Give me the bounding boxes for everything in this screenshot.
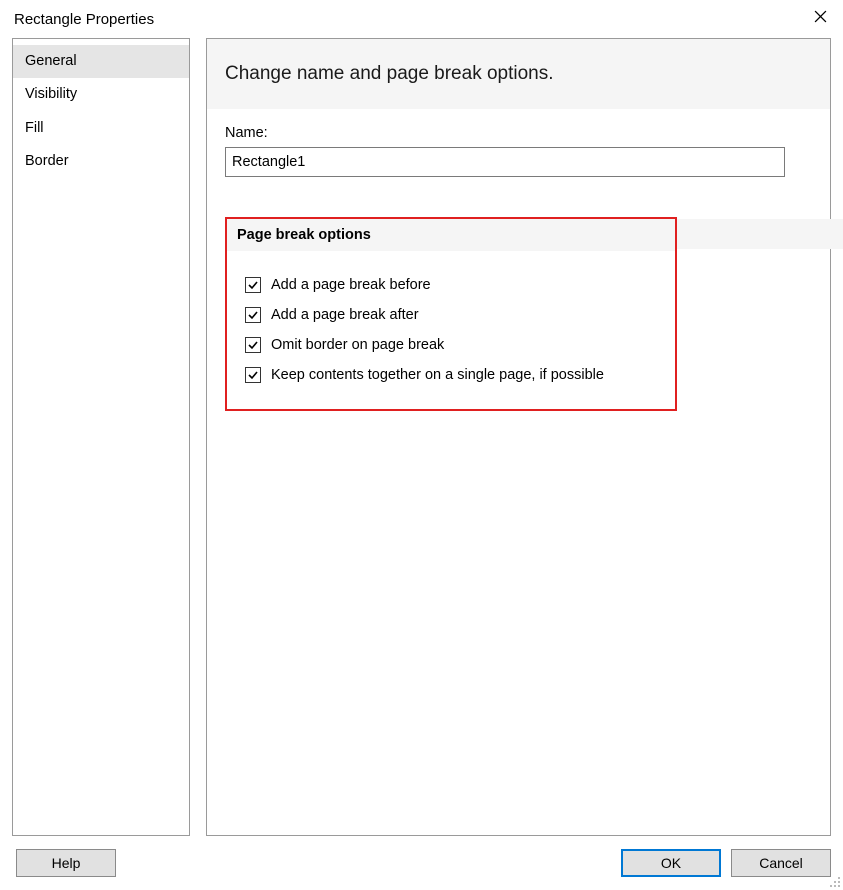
sidebar-item-general[interactable]: General (13, 45, 189, 78)
checkbox-box (245, 337, 261, 353)
dialog-body: General Visibility Fill Border Change na… (0, 38, 843, 836)
checkbox-add-break-before[interactable]: Add a page break before (245, 277, 657, 293)
checkbox-keep-together[interactable]: Keep contents together on a single page,… (245, 367, 657, 383)
checkbox-label: Add a page break before (271, 277, 431, 293)
panel-content: Name: Page break options (207, 109, 830, 427)
page-break-options-group: Page break options Add a page break befo… (225, 217, 812, 411)
sidebar-item-label: General (25, 53, 77, 69)
resize-grip-icon (827, 874, 841, 888)
sidebar-item-border[interactable]: Border (13, 145, 189, 178)
cancel-button[interactable]: Cancel (731, 849, 831, 877)
resize-grip[interactable] (827, 874, 841, 888)
rectangle-properties-dialog: Rectangle Properties General Visibility … (0, 0, 843, 890)
page-break-options-heading: Page break options (227, 219, 675, 251)
close-button[interactable] (797, 0, 843, 32)
checkbox-label: Add a page break after (271, 307, 419, 323)
checkbox-add-break-after[interactable]: Add a page break after (245, 307, 657, 323)
checkbox-box (245, 307, 261, 323)
ok-button[interactable]: OK (621, 849, 721, 877)
checkbox-label: Omit border on page break (271, 337, 444, 353)
checkbox-box (245, 277, 261, 293)
sidebar-item-fill[interactable]: Fill (13, 112, 189, 145)
checkbox-omit-border[interactable]: Omit border on page break (245, 337, 657, 353)
titlebar: Rectangle Properties (0, 0, 843, 38)
checkbox-box (245, 367, 261, 383)
sidebar-item-label: Border (25, 153, 69, 169)
help-button[interactable]: Help (16, 849, 116, 877)
panel-heading: Change name and page break options. (207, 39, 830, 109)
checkmark-icon (247, 369, 259, 381)
name-input[interactable] (225, 147, 785, 177)
checkmark-icon (247, 339, 259, 351)
checkmark-icon (247, 279, 259, 291)
main-panel: Change name and page break options. Name… (206, 38, 831, 836)
sidebar-item-visibility[interactable]: Visibility (13, 78, 189, 111)
name-label: Name: (225, 125, 812, 141)
sidebar: General Visibility Fill Border (12, 38, 190, 836)
highlight-box: Page break options Add a page break befo… (225, 217, 677, 411)
checkbox-list: Add a page break before Add a page break… (227, 251, 675, 383)
dialog-footer: Help OK Cancel (0, 836, 843, 890)
dialog-title: Rectangle Properties (14, 11, 154, 28)
checkmark-icon (247, 309, 259, 321)
sidebar-item-label: Fill (25, 120, 44, 136)
sidebar-item-label: Visibility (25, 86, 77, 102)
close-icon (814, 10, 827, 23)
checkbox-label: Keep contents together on a single page,… (271, 367, 604, 383)
